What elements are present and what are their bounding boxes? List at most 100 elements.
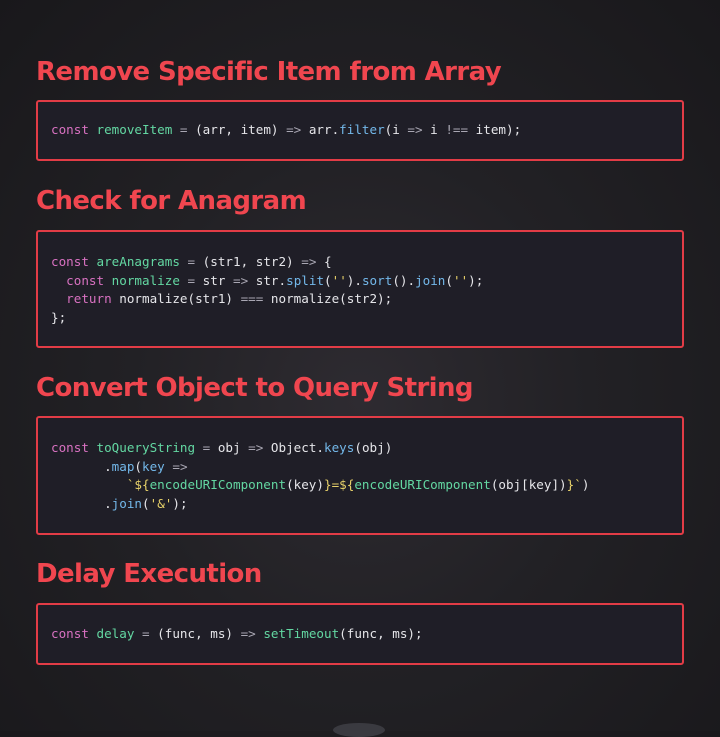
code-token: const xyxy=(51,254,97,269)
code-token: delay xyxy=(96,626,135,641)
code-block: const areAnagrams = (str1, str2) => { co… xyxy=(36,230,684,348)
code-token: => xyxy=(286,122,302,137)
code-token: }` xyxy=(566,477,582,492)
code-token: (). xyxy=(392,272,416,288)
code-token: normalize(str1) xyxy=(119,291,241,306)
code-token: normalize xyxy=(111,272,180,288)
code-token: => xyxy=(233,272,249,288)
code-line: }; xyxy=(51,310,66,325)
code-token: ). xyxy=(346,272,362,288)
snippet-title: Convert Object to Query String xyxy=(36,373,474,403)
code-token: ); xyxy=(172,495,188,511)
code-token: join xyxy=(111,495,143,511)
code-token: join xyxy=(415,272,446,288)
code-token: toQueryString xyxy=(96,440,196,455)
code-token: !== xyxy=(445,122,469,137)
code-line: const normalize = str => str.split('').s… xyxy=(51,273,483,288)
snippet-section: Remove Specific Item from Array xyxy=(36,56,684,88)
snippet-title: Remove Specific Item from Array xyxy=(36,57,502,87)
code-token: = xyxy=(195,440,218,455)
code-token: keys xyxy=(324,440,355,455)
code-token: encodeURIComponent xyxy=(149,477,287,492)
code-token: (obj) xyxy=(354,440,393,455)
code-token: '' xyxy=(453,272,469,288)
code-token: ` xyxy=(51,477,135,492)
snippet-section: Convert Object to Query String xyxy=(36,372,684,404)
code-token: => xyxy=(248,440,264,455)
code-token: = xyxy=(179,272,203,288)
code-line: const removeItem = (arr, item) => arr.fi… xyxy=(51,122,521,137)
code-text: const toQueryString = obj => Object.keys… xyxy=(38,418,682,513)
code-token: => xyxy=(407,122,423,137)
code-block: const removeItem = (arr, item) => arr.fi… xyxy=(36,100,684,161)
code-token: (arr, item) xyxy=(195,122,287,137)
code-token: str. xyxy=(248,272,287,288)
code-token: ( xyxy=(324,272,332,288)
code-token: = xyxy=(134,626,158,641)
code-token: ( xyxy=(445,272,453,288)
code-token: map xyxy=(111,458,135,474)
code-token: { xyxy=(316,254,332,269)
code-token: '&' xyxy=(149,495,173,511)
code-token: = xyxy=(179,254,203,269)
snippet-title: Delay Execution xyxy=(36,559,262,589)
code-text: const removeItem = (arr, item) => arr.fi… xyxy=(38,102,682,140)
code-token: = xyxy=(172,122,196,137)
code-token: str xyxy=(202,272,234,288)
code-token: filter xyxy=(339,122,385,137)
code-line: `${encodeURIComponent(key)}=${encodeURIC… xyxy=(51,477,590,492)
code-token: areAnagrams xyxy=(96,254,180,269)
snippet-title: Check for Anagram xyxy=(36,186,307,216)
code-token: ( xyxy=(134,458,143,474)
code-token: . xyxy=(51,458,112,474)
code-token: split xyxy=(286,272,325,288)
code-token: '' xyxy=(331,272,347,288)
code-token: (func, ms) xyxy=(157,626,241,641)
code-line: .join('&'); xyxy=(51,495,188,511)
code-token: encodeURIComponent xyxy=(354,477,491,492)
code-block: const toQueryString = obj => Object.keys… xyxy=(36,416,684,535)
code-text: const delay = (func, ms) => setTimeout(f… xyxy=(38,605,682,644)
code-token: const xyxy=(51,122,97,137)
code-line: .map(key => xyxy=(51,458,188,474)
code-token: => xyxy=(301,254,317,269)
code-token: key xyxy=(142,458,173,474)
code-token: => xyxy=(172,458,188,474)
code-token: item); xyxy=(468,122,522,137)
code-token: obj xyxy=(217,440,249,455)
code-block: const delay = (func, ms) => setTimeout(f… xyxy=(36,603,684,665)
code-token: removeItem xyxy=(96,122,173,137)
code-text: const areAnagrams = (str1, str2) => { co… xyxy=(38,232,682,327)
scroll-indicator[interactable] xyxy=(333,723,385,737)
code-token: Object. xyxy=(263,440,325,455)
code-token: (key) xyxy=(286,477,324,492)
code-token: const xyxy=(51,626,97,641)
code-line: const delay = (func, ms) => setTimeout(f… xyxy=(51,626,423,641)
snippet-section: Delay Execution xyxy=(36,558,684,590)
code-line: return normalize(str1) === normalize(str… xyxy=(51,291,392,306)
code-token: const xyxy=(51,272,112,288)
snippet-section: Check for Anagram xyxy=(36,185,684,217)
code-token: ) xyxy=(581,477,590,492)
code-token: i xyxy=(422,122,446,137)
code-token: }=${ xyxy=(323,477,355,492)
code-token: sort xyxy=(361,272,393,288)
code-token: (str1, str2) xyxy=(202,254,302,269)
code-token: . xyxy=(51,495,112,511)
code-token: ( xyxy=(142,495,150,511)
code-line: const toQueryString = obj => Object.keys… xyxy=(51,440,392,455)
code-token: (func, ms); xyxy=(339,626,423,641)
code-token: ${ xyxy=(134,477,150,492)
code-token: arr. xyxy=(301,122,340,137)
code-token: (i xyxy=(384,122,408,137)
code-line: const areAnagrams = (str1, str2) => { xyxy=(51,254,332,269)
code-token: return xyxy=(51,291,120,306)
code-token: normalize(str2); xyxy=(263,291,393,306)
code-token: (obj[key]) xyxy=(490,477,567,492)
code-token: ); xyxy=(468,272,484,288)
code-token: const xyxy=(51,440,97,455)
code-token: setTimeout xyxy=(263,626,340,641)
code-token: => xyxy=(240,626,256,641)
code-token: }; xyxy=(51,309,67,325)
code-token: === xyxy=(240,291,264,306)
